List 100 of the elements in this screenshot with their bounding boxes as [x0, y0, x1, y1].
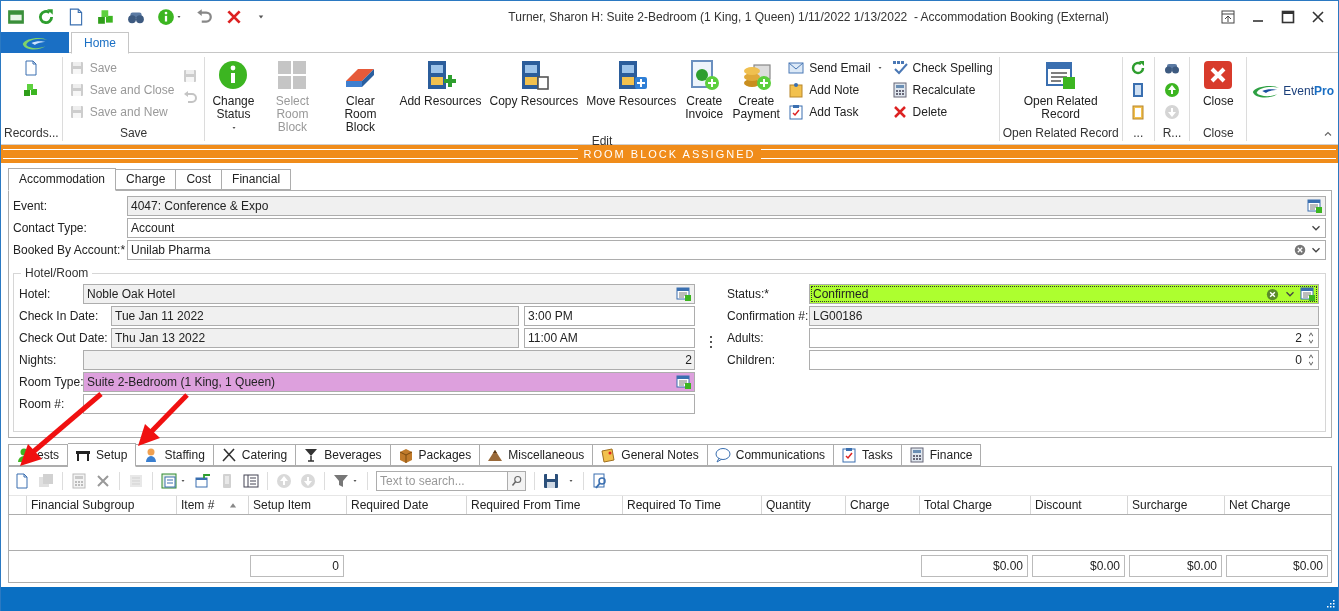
- input-field[interactable]: 4047: Conference & Expo: [127, 196, 1326, 216]
- form-tab[interactable]: Accommodation: [8, 168, 117, 191]
- resize-grip-icon[interactable]: [1324, 597, 1336, 609]
- ribbon-button[interactable]: Move Resources: [583, 57, 680, 134]
- info-icon: [217, 59, 250, 91]
- column-header[interactable]: Total Charge: [919, 496, 1030, 514]
- ribbon-button[interactable]: Close: [1193, 57, 1244, 126]
- save-icon[interactable]: [543, 473, 559, 489]
- dropdown-field[interactable]: Unilab Pharma: [127, 240, 1326, 260]
- columns-icon[interactable]: [243, 473, 259, 489]
- dropdown-field[interactable]: Account: [127, 218, 1326, 238]
- spin-field[interactable]: 0: [809, 350, 1319, 370]
- detail-tab[interactable]: Tasks: [834, 444, 902, 466]
- ribbon-button[interactable]: Create Invoice: [681, 57, 728, 134]
- column-header[interactable]: Required From Time: [466, 496, 622, 514]
- column-header[interactable]: Surcharge: [1127, 496, 1224, 514]
- input-field[interactable]: 11:00 AM: [524, 328, 695, 348]
- cubes-icon[interactable]: [23, 82, 40, 98]
- input-field[interactable]: Thu Jan 13 2022: [111, 328, 519, 348]
- input-field[interactable]: LG00186: [809, 306, 1319, 326]
- ribbon-button[interactable]: Recalculate: [888, 79, 996, 101]
- floppy-icon: [68, 82, 85, 98]
- group-label: Save: [118, 126, 149, 141]
- envelope-icon: [788, 60, 805, 76]
- column-header[interactable]: Charge: [845, 496, 919, 514]
- note-icon: [600, 447, 617, 463]
- window-title: Turner, Sharon H: Suite 2-Bedroom (1 King, 1 Queen) 1/11/2022 1/13/2022 - Accommodation Booking (External): [507, 9, 1110, 24]
- detail-tab[interactable]: Staffing: [136, 444, 214, 466]
- search-icon: [510, 475, 523, 487]
- total-cell: $0.00: [1226, 555, 1328, 577]
- detail-tab[interactable]: Packages: [390, 444, 481, 466]
- form-tab[interactable]: Charge: [116, 169, 177, 190]
- search-button[interactable]: [507, 471, 526, 491]
- column-header[interactable]: Quantity: [761, 496, 845, 514]
- ribbon-button[interactable]: Add Resources: [396, 57, 485, 134]
- input-field[interactable]: [83, 394, 695, 414]
- column-header[interactable]: Setup Item: [248, 496, 346, 514]
- document-icon[interactable]: [23, 60, 40, 76]
- splitter-handle[interactable]: [709, 335, 713, 349]
- column-header[interactable]: Required To Time: [622, 496, 761, 514]
- detail-tab[interactable]: General Notes: [593, 444, 708, 466]
- form-tab[interactable]: Cost: [176, 169, 223, 190]
- column-header[interactable]: Discount: [1030, 496, 1127, 514]
- undo-icon[interactable]: [195, 7, 213, 26]
- ribbon-tab[interactable]: Home: [71, 32, 129, 54]
- clipboard-icon[interactable]: [1130, 104, 1147, 120]
- ribbon-button[interactable]: Delete: [888, 101, 996, 123]
- dropdown-field[interactable]: Confirmed: [809, 284, 1319, 304]
- spinner-icon[interactable]: [1306, 330, 1316, 346]
- input-field[interactable]: 3:00 PM: [524, 306, 695, 326]
- column-header[interactable]: Item #: [176, 496, 248, 514]
- detail-tab[interactable]: Miscellaneous: [480, 444, 594, 466]
- spin-field[interactable]: 2: [809, 328, 1319, 348]
- print-preview-icon[interactable]: [592, 473, 608, 489]
- ribbon-button[interactable]: Create Payment: [729, 57, 784, 134]
- refresh-icon[interactable]: [37, 7, 55, 26]
- search-field[interactable]: Text to search...: [376, 471, 507, 491]
- delete-icon[interactable]: [95, 473, 111, 489]
- refresh-icon[interactable]: [1130, 60, 1147, 76]
- field-label: Booked By Account:*: [13, 243, 127, 257]
- ribbon-button[interactable]: Open Related Record: [1005, 57, 1116, 126]
- new-record-icon[interactable]: [14, 473, 30, 489]
- ribbon-button[interactable]: Send Email: [785, 57, 887, 79]
- form-tab[interactable]: Financial: [222, 169, 292, 190]
- layout-icon[interactable]: [161, 473, 177, 489]
- spinner-icon[interactable]: [1306, 352, 1316, 368]
- ribbon-button[interactable]: Add Note: [785, 79, 887, 101]
- maximize-icon[interactable]: [1280, 8, 1296, 25]
- pin-icon[interactable]: [1220, 8, 1236, 25]
- detail-tab[interactable]: Catering: [213, 444, 297, 466]
- input-field[interactable]: Suite 2-Bedroom (1 King, 1 Queen): [83, 372, 695, 392]
- calculator-icon: [891, 82, 908, 98]
- filter-icon[interactable]: [333, 473, 349, 489]
- field-label: Children:: [727, 353, 777, 367]
- column-header[interactable]: Net Charge: [1224, 496, 1330, 514]
- ribbon-button[interactable]: Clear Room Block: [326, 57, 395, 134]
- detach-icon[interactable]: [195, 473, 211, 489]
- close-icon[interactable]: [1310, 8, 1326, 25]
- ribbon-button[interactable]: Add Task: [785, 101, 887, 123]
- group-label: Close: [1201, 126, 1235, 141]
- cubes-icon[interactable]: [97, 7, 115, 26]
- app-icon[interactable]: [7, 7, 25, 26]
- input-field[interactable]: 2: [83, 350, 695, 370]
- detail-tab[interactable]: Finance: [901, 444, 982, 466]
- ribbon-button[interactable]: Copy Resources: [486, 57, 582, 134]
- lookup-icon[interactable]: [1300, 286, 1316, 302]
- clear-icon[interactable]: [1265, 286, 1280, 302]
- field-label: Status:*: [727, 287, 771, 301]
- input-field[interactable]: Noble Oak Hotel: [83, 284, 695, 304]
- column-header[interactable]: Required Date: [346, 496, 466, 514]
- info-icon[interactable]: [157, 7, 175, 26]
- ribbon-button[interactable]: Change Status: [208, 57, 259, 134]
- detail-tab[interactable]: Communications: [707, 444, 835, 466]
- ribbon-button[interactable]: Check Spelling: [888, 57, 996, 79]
- document-icon[interactable]: [67, 7, 85, 26]
- input-field[interactable]: Tue Jan 11 2022: [111, 306, 519, 326]
- detail-tab[interactable]: Setup: [68, 443, 137, 467]
- column-header[interactable]: Financial Subgroup: [26, 496, 176, 514]
- detail-tab[interactable]: Beverages: [296, 444, 391, 466]
- group-label: Records...: [4, 126, 59, 141]
